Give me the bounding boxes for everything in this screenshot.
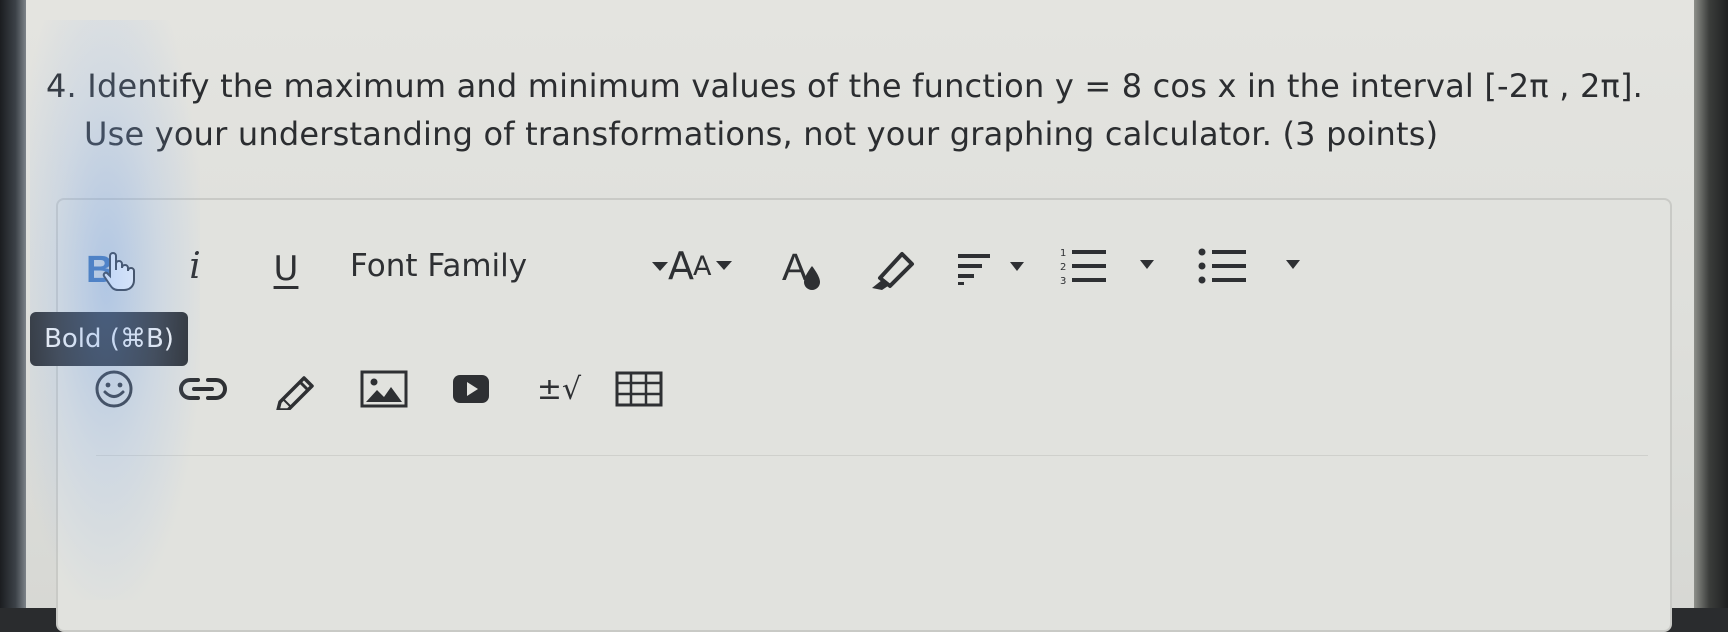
insert-image-button[interactable] <box>358 368 410 410</box>
emoji-button[interactable] <box>92 368 136 410</box>
font-family-label: Font Family <box>350 248 528 284</box>
italic-button[interactable]: i <box>180 244 210 288</box>
chevron-down-icon <box>716 261 733 270</box>
font-size-large-a: A <box>668 244 694 288</box>
question-line-2: Use your understanding of transformation… <box>84 115 1439 153</box>
play-icon <box>453 375 489 403</box>
unordered-list-select[interactable] <box>1196 244 1306 290</box>
ordered-list-select[interactable]: 1 2 3 <box>1058 244 1168 290</box>
font-color-button[interactable]: A <box>780 242 828 294</box>
device-bezel-right <box>1694 0 1728 608</box>
bold-tooltip: Bold (⌘B) <box>30 312 188 366</box>
text-align-select[interactable] <box>954 246 1034 290</box>
device-bezel-left <box>0 0 26 608</box>
bulleted-list-icon <box>1198 248 1300 284</box>
question-line-1: 4. Identify the maximum and minimum valu… <box>46 67 1644 105</box>
highlight-button[interactable] <box>866 246 920 290</box>
bold-icon: B <box>86 249 135 291</box>
highlighter-icon <box>872 252 914 290</box>
insert-link-button[interactable] <box>178 368 228 410</box>
chevron-down-icon <box>652 262 668 271</box>
pencil-icon <box>276 376 314 410</box>
svg-text:3: 3 <box>1060 276 1066 287</box>
underline-button[interactable]: U <box>266 244 306 294</box>
svg-text:1: 1 <box>1060 248 1066 259</box>
link-icon <box>179 378 227 400</box>
svg-text:2: 2 <box>1060 262 1066 273</box>
font-size-select[interactable]: AA <box>668 244 750 288</box>
font-color-icon: A <box>782 247 820 290</box>
table-icon <box>615 371 663 407</box>
bold-button[interactable]: B <box>84 242 150 292</box>
insert-table-button[interactable] <box>612 368 666 410</box>
toolbar-divider <box>96 455 1648 456</box>
insert-video-button[interactable] <box>450 368 492 410</box>
draw-button[interactable] <box>272 368 318 410</box>
image-icon <box>360 370 408 408</box>
insert-equation-button[interactable]: ±√ <box>530 368 588 410</box>
smiley-icon <box>95 370 133 408</box>
align-left-icon <box>958 254 1024 285</box>
font-family-select[interactable]: Font Family <box>350 244 670 288</box>
question-text: 4. Identify the maximum and minimum valu… <box>46 62 1686 158</box>
numbered-list-icon: 1 2 3 <box>1060 248 1154 287</box>
font-size-small-a: A <box>693 250 712 282</box>
